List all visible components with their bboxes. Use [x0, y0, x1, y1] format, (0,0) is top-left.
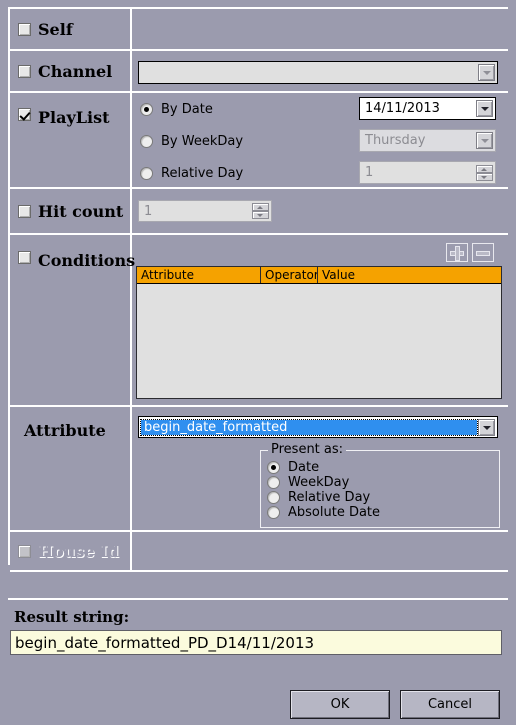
result-separator [8, 598, 508, 600]
radio-relative-day-label: Relative Day [161, 165, 244, 181]
conditions-label: Conditions [38, 251, 136, 270]
radio-by-date-label: By Date [161, 101, 213, 117]
attribute-label-cell: Attribute [10, 407, 132, 530]
spinner-up-icon[interactable] [476, 164, 493, 173]
column-header-operator[interactable]: Operator [261, 267, 318, 283]
attribute-label: Attribute [24, 421, 106, 440]
hit-count-value: 1 [144, 203, 153, 219]
spinner-buttons[interactable] [252, 203, 269, 219]
present-as-option-relative-day[interactable]: Relative Day [267, 490, 499, 505]
add-condition-button[interactable] [446, 243, 468, 262]
ok-button[interactable]: OK [290, 690, 390, 719]
channel-label: Channel [38, 61, 113, 81]
by-weekday-combobox[interactable]: Thursday [359, 129, 496, 152]
column-header-attribute[interactable]: Attribute [137, 267, 261, 283]
criteria-grid: Self Channel PlayList By Date By WeekDay… [8, 7, 508, 572]
self-label-cell: Self [10, 9, 132, 49]
present-as-option-weekday[interactable]: WeekDay [267, 475, 499, 490]
radio-present-date[interactable] [267, 461, 280, 474]
row-hit-count: Hit count 1 [10, 189, 508, 235]
row-house-id: House Id [10, 532, 508, 572]
remove-condition-button[interactable] [472, 243, 494, 262]
radio-relative-day[interactable] [140, 166, 153, 180]
relative-day-spinner[interactable]: 1 [359, 161, 496, 184]
conditions-table-header: Attribute Operator Value [137, 267, 501, 284]
by-date-value: 14/11/2013 [365, 101, 440, 116]
chevron-down-icon[interactable] [476, 132, 493, 149]
radio-present-weekday[interactable] [267, 476, 280, 489]
spinner-down-icon[interactable] [476, 172, 493, 181]
radio-by-weekday[interactable] [140, 134, 153, 148]
house-id-label: House Id [38, 541, 119, 561]
chevron-down-icon[interactable] [476, 100, 493, 117]
present-as-group: Present as: Date WeekDay Relative Day Ab… [260, 442, 500, 528]
house-id-label-cell: House Id [10, 532, 132, 570]
row-attribute: Attribute begin_date_formatted Present a… [10, 407, 508, 532]
hit-count-label-cell: Hit count [10, 189, 132, 233]
column-header-value[interactable]: Value [318, 267, 501, 283]
self-checkbox[interactable] [18, 22, 31, 36]
by-weekday-value: Thursday [365, 133, 426, 148]
hit-count-checkbox[interactable] [18, 204, 31, 218]
conditions-label-cell: Conditions [10, 235, 136, 405]
attribute-combobox[interactable]: begin_date_formatted [138, 416, 498, 438]
channel-field-cell [132, 51, 508, 91]
attribute-combobox-value: begin_date_formatted [140, 418, 478, 436]
playlist-label: PlayList [38, 108, 110, 127]
by-date-combobox[interactable]: 14/11/2013 [359, 97, 496, 120]
radio-present-relative-day[interactable] [267, 491, 280, 504]
house-id-checkbox [18, 544, 31, 558]
conditions-field-cell: Attribute Operator Value [132, 235, 508, 405]
row-self: Self [10, 9, 508, 51]
conditions-panel: Attribute Operator Value [136, 239, 502, 399]
present-as-option-date[interactable]: Date [267, 460, 499, 475]
radio-by-date[interactable] [140, 102, 153, 116]
minus-icon [476, 251, 490, 256]
radio-present-absolute-date[interactable] [267, 506, 280, 519]
attribute-field-cell: begin_date_formatted Present as: Date We… [132, 407, 508, 530]
hit-count-spinner[interactable]: 1 [138, 200, 272, 222]
chevron-down-icon[interactable] [478, 64, 495, 81]
result-string-input[interactable]: begin_date_formatted_PD_D14/11/2013 [10, 630, 502, 655]
playlist-field-cell: By Date By WeekDay Relative Day 14/11/20… [132, 93, 508, 187]
conditions-listbox[interactable]: Attribute Operator Value [136, 266, 502, 399]
radio-present-date-label: Date [288, 460, 320, 475]
channel-combobox[interactable] [138, 61, 498, 84]
playlist-label-cell: PlayList [10, 93, 132, 187]
spinner-down-icon[interactable] [252, 211, 269, 219]
hit-count-field-cell: 1 [132, 189, 508, 233]
chevron-down-icon[interactable] [478, 418, 495, 436]
row-playlist: PlayList By Date By WeekDay Relative Day… [10, 93, 508, 189]
spinner-buttons[interactable] [476, 164, 493, 181]
row-conditions: Conditions Attribute Operator Value [10, 235, 508, 407]
selection-criteria-dialog: Self Channel PlayList By Date By WeekDay… [0, 0, 516, 725]
conditions-checkbox[interactable] [18, 251, 31, 264]
self-field-cell [132, 9, 508, 49]
radio-present-weekday-label: WeekDay [288, 475, 350, 490]
row-channel: Channel [10, 51, 508, 93]
spinner-up-icon[interactable] [252, 203, 269, 211]
house-id-field-cell [132, 532, 508, 570]
present-as-title: Present as: [268, 442, 347, 457]
cancel-button[interactable]: Cancel [400, 690, 500, 719]
relative-day-value: 1 [365, 165, 374, 180]
conditions-toolbar [446, 243, 494, 262]
plus-icon-stem [455, 246, 460, 261]
radio-present-absolute-date-label: Absolute Date [288, 505, 381, 520]
result-string-label: Result string: [14, 608, 130, 626]
playlist-checkbox[interactable] [18, 108, 31, 121]
hit-count-label: Hit count [38, 201, 124, 221]
channel-checkbox[interactable] [18, 64, 31, 78]
present-as-option-absolute-date[interactable]: Absolute Date [267, 505, 499, 520]
self-label: Self [38, 19, 73, 39]
channel-label-cell: Channel [10, 51, 132, 91]
radio-by-weekday-label: By WeekDay [161, 133, 244, 149]
radio-present-relative-day-label: Relative Day [288, 490, 371, 505]
